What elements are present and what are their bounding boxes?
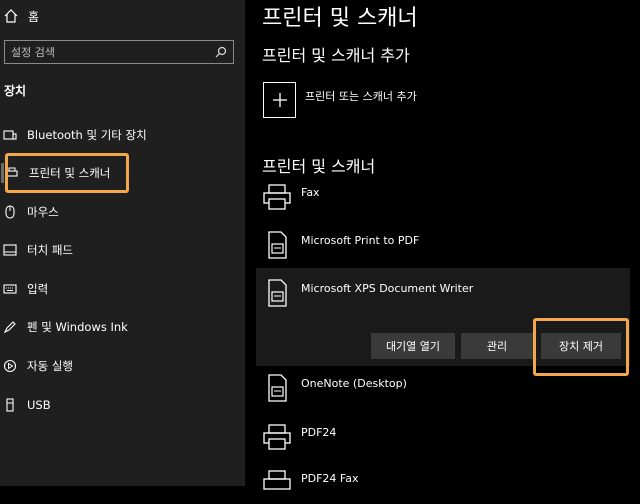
home-icon [4,9,18,23]
add-section-title: 프린터 및 스캐너 추가 [262,46,410,65]
xps-printer-icon [262,278,292,308]
keyboard-icon [2,281,18,297]
printer-name: Microsoft Print to PDF [301,234,420,247]
printer-name: PDF24 Fax [301,472,359,485]
pdf-printer-icon [262,230,292,260]
printer-item-fax[interactable]: Fax [262,182,632,218]
sidebar-item-label: 마우스 [27,205,59,219]
search-icon[interactable] [215,46,227,58]
printer-name: Fax [301,186,320,199]
sidebar-highlight-box [5,153,129,193]
search-placeholder: 설정 검색 [11,46,55,59]
usb-icon [2,397,18,413]
onenote-printer-icon [262,373,292,403]
printer-item-xps-writer[interactable]: Microsoft XPS Document Writer [262,278,632,314]
sidebar-item-mouse[interactable]: 마우스 [0,197,245,227]
plus-icon [272,93,287,107]
sidebar-item-label: 펜 및 Windows Ink [27,320,128,334]
autoplay-icon [2,358,18,374]
sidebar: 홈 설정 검색 장치 Bluetooth 및 기타 장치 프린터 및 스캐너 마… [0,0,245,486]
pen-icon [2,319,18,335]
add-printer-label[interactable]: 프린터 또는 스캐너 추가 [305,88,417,104]
sidebar-item-label: 자동 실행 [27,359,73,373]
search-input[interactable]: 설정 검색 [4,40,234,64]
fax-icon [262,468,292,498]
printer-icon [262,422,292,452]
page-title: 프린터 및 스캐너 [262,6,418,31]
sidebar-item-pen[interactable]: 펜 및 Windows Ink [0,312,245,342]
sidebar-item-label: 입력 [27,282,49,296]
list-section-title: 프린터 및 스캐너 [262,157,376,176]
printer-name: PDF24 [301,426,337,439]
section-title: 장치 [4,84,27,98]
home-link[interactable]: 홈 [4,6,39,26]
sidebar-item-autoplay[interactable]: 자동 실행 [0,351,245,381]
sidebar-item-touchpad[interactable]: 터치 패드 [0,235,245,265]
open-queue-button[interactable]: 대기열 열기 [371,333,455,359]
printer-item-pdf24[interactable]: PDF24 [262,422,632,458]
printer-name: Microsoft XPS Document Writer [301,282,474,295]
touchpad-icon [2,242,18,258]
sidebar-item-label: Bluetooth 및 기타 장치 [27,128,147,142]
printer-item-onenote[interactable]: OneNote (Desktop) [262,373,632,409]
add-printer-button[interactable] [263,82,296,118]
printer-item-pdf24-fax[interactable]: PDF24 Fax [262,468,632,504]
manage-button[interactable]: 관리 [461,333,533,359]
fax-icon [262,182,292,212]
printer-item-print-to-pdf[interactable]: Microsoft Print to PDF [262,230,632,266]
mouse-icon [2,204,18,220]
sidebar-item-label: 터치 패드 [27,243,73,257]
sidebar-item-typing[interactable]: 입력 [0,274,245,304]
sidebar-item-label: USB [27,398,51,412]
bluetooth-devices-icon [2,127,18,143]
remove-button-highlight-box [533,318,629,376]
sidebar-item-usb[interactable]: USB [0,390,245,420]
sidebar-item-bluetooth[interactable]: Bluetooth 및 기타 장치 [0,120,245,150]
printer-name: OneNote (Desktop) [301,377,407,390]
home-label: 홈 [28,9,40,24]
